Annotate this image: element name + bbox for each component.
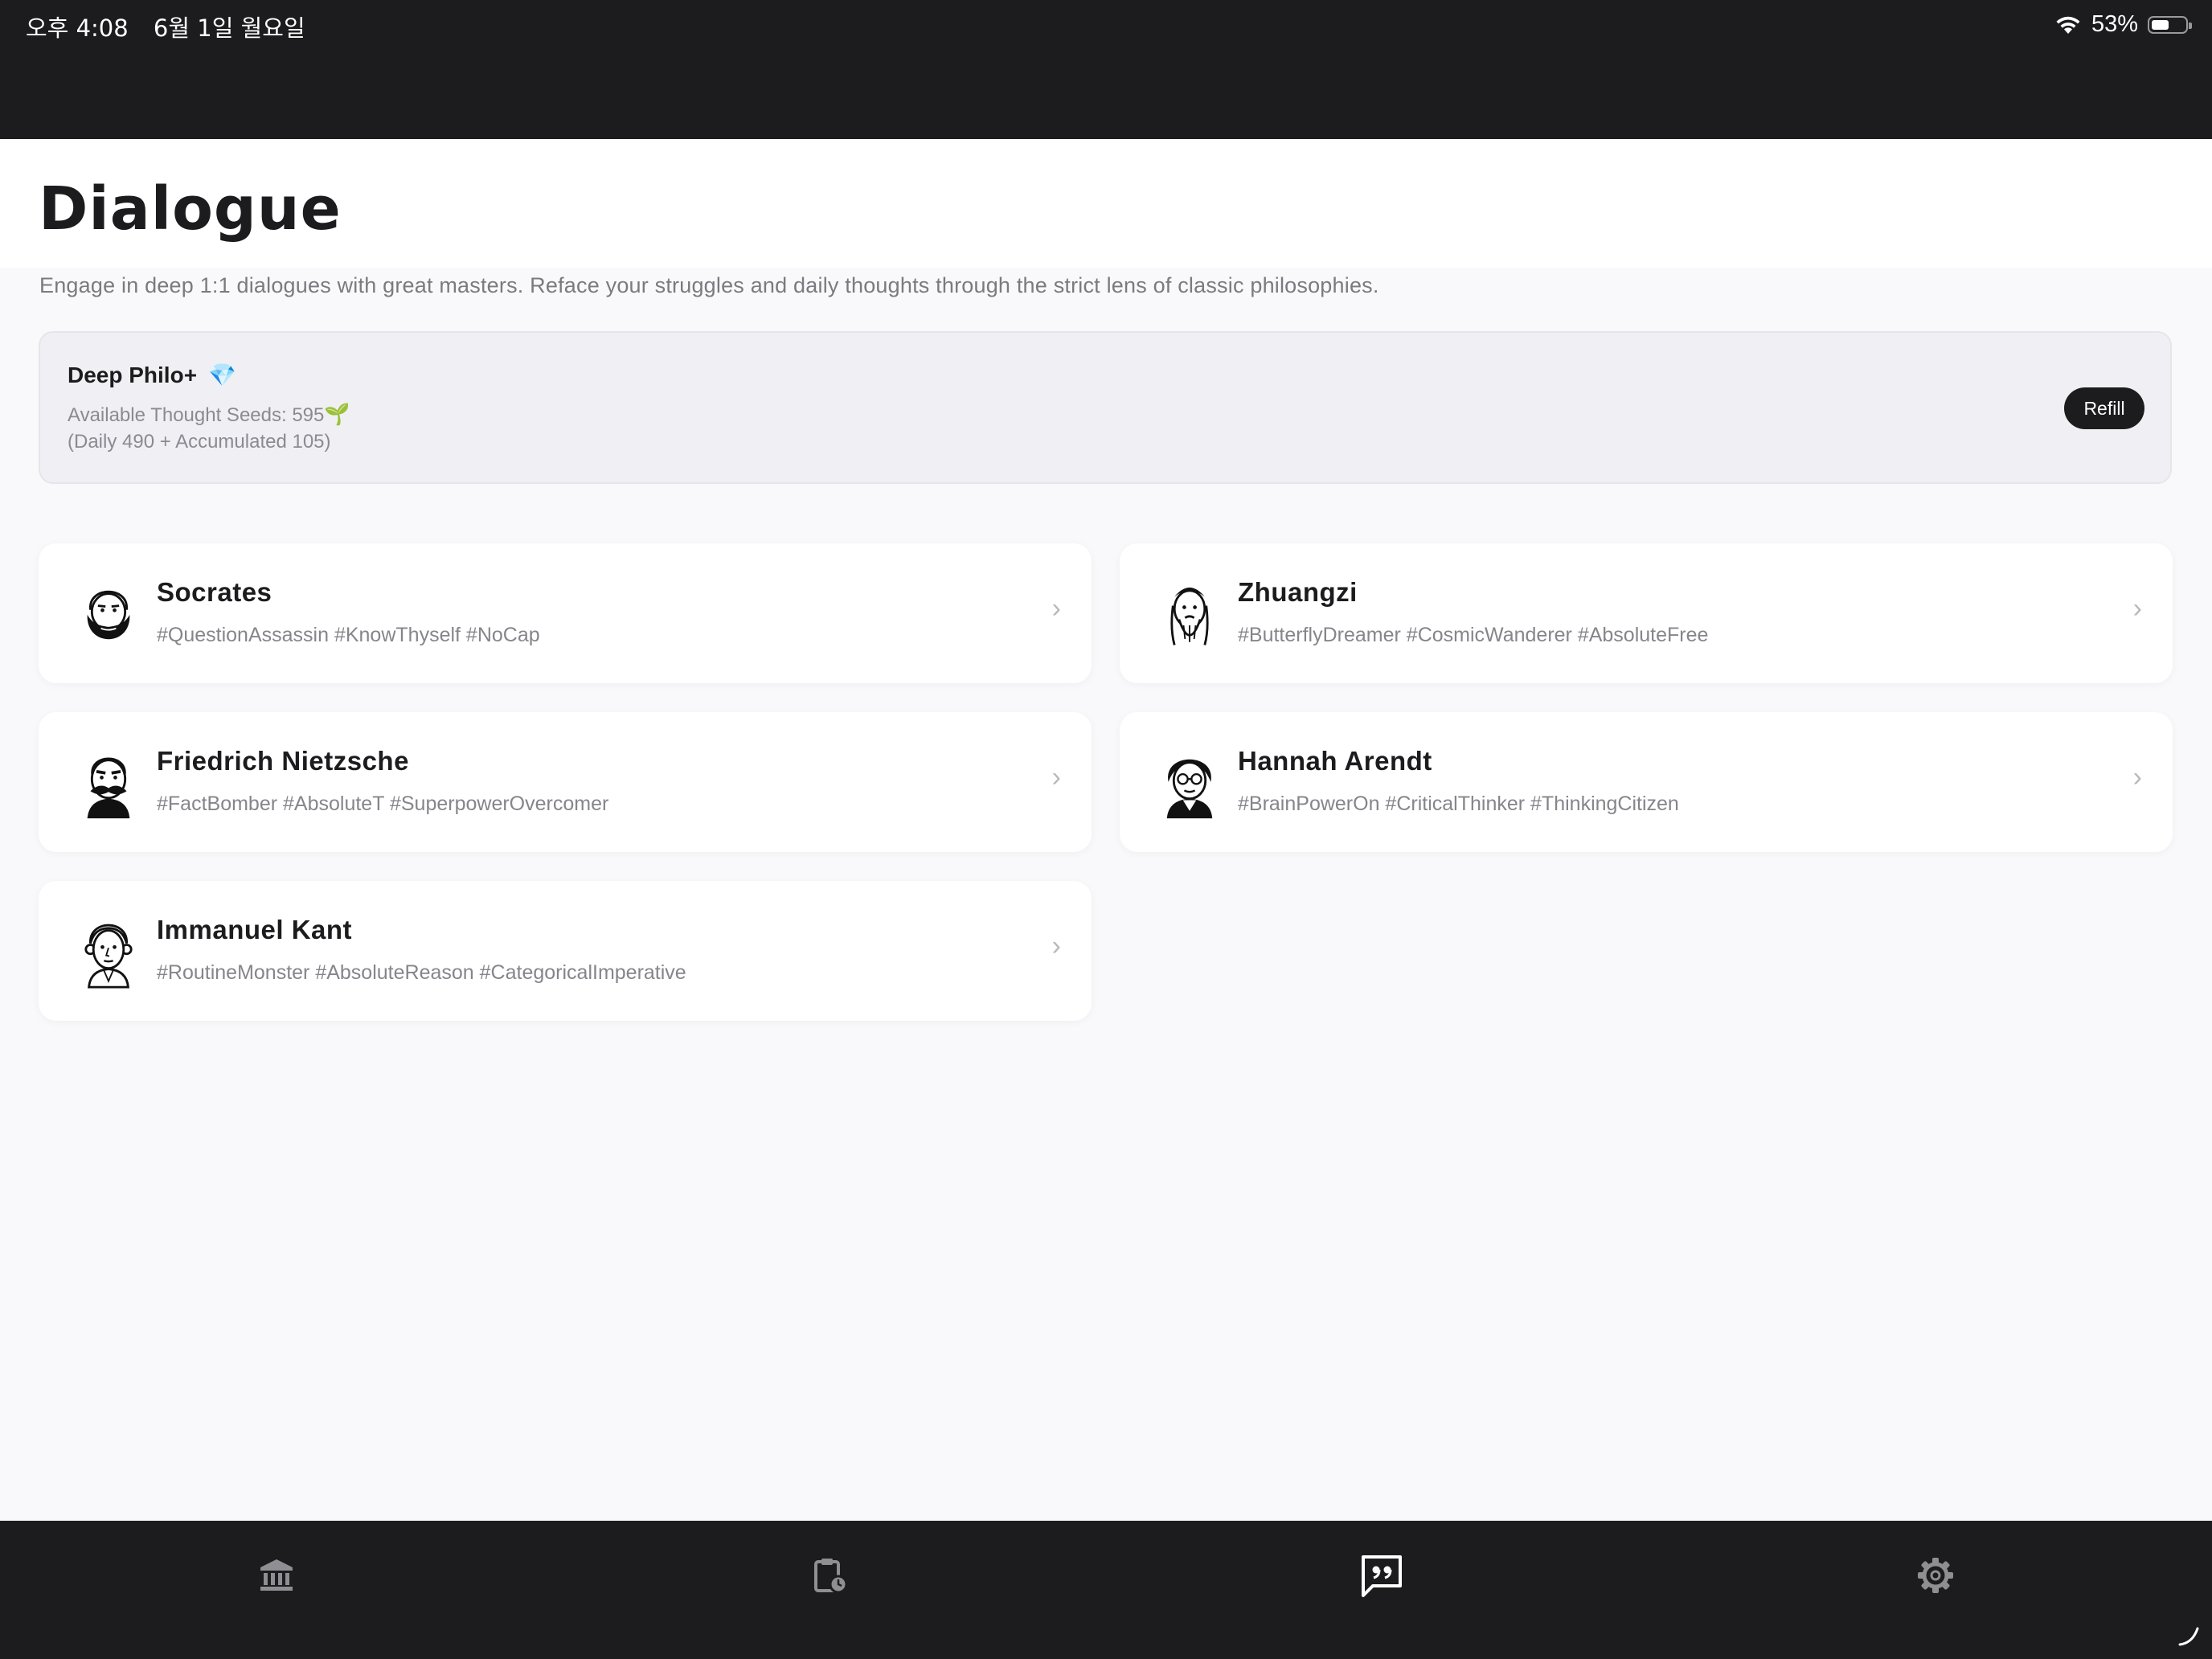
seed-breakdown: (Daily 490 + Accumulated 105) (68, 431, 331, 453)
resize-handle-icon[interactable] (2177, 1624, 2201, 1648)
status-bar: 오후 4:08 6월 1일 월요일 53% (0, 0, 2212, 139)
philosopher-name: Immanuel Kant (157, 915, 353, 944)
refill-button[interactable]: Refill (2064, 387, 2144, 429)
gem-icon: 💎 (208, 363, 236, 387)
battery-icon (2148, 15, 2192, 34)
tab-dialogue[interactable] (1358, 1551, 1406, 1600)
chevron-right-icon: › (2132, 593, 2142, 624)
wifi-icon (2056, 16, 2080, 34)
socrates-portrait-icon (87, 590, 130, 640)
page-title: Dialogue (39, 174, 342, 244)
header: Dialogue (0, 139, 2212, 268)
philosopher-card-nietzsche[interactable]: Friedrich Nietzsche #FactBomber #Absolut… (39, 712, 1092, 852)
gear-icon (1918, 1558, 1953, 1593)
status-date: 6월 1일 월요일 (153, 14, 305, 42)
plan-card: Deep Philo+ 💎 Available Thought Seeds: 59… (39, 331, 2172, 484)
chevron-right-icon: › (1051, 593, 1061, 624)
philosopher-card-socrates[interactable]: Socrates #QuestionAssassin #KnowThyself … (39, 543, 1092, 683)
tab-bar (0, 1521, 2212, 1659)
clipboard-clock-icon (814, 1559, 848, 1594)
chevron-right-icon: › (2132, 762, 2142, 793)
zhuangzi-portrait-icon (1170, 588, 1209, 645)
status-time: 오후 4:08 (26, 14, 129, 42)
philosopher-card-arendt[interactable]: Hannah Arendt #BrainPowerOn #CriticalThi… (1120, 712, 2173, 852)
philosopher-tags: #QuestionAssassin #KnowThyself #NoCap (157, 624, 540, 646)
seed-balance-text: Available Thought Seeds: 595 (68, 404, 325, 426)
battery-fill (2152, 19, 2169, 30)
page-subtitle: Engage in deep 1:1 dialogues with great … (39, 273, 1379, 297)
tab-history[interactable] (806, 1551, 854, 1600)
seed-balance: Available Thought Seeds: 595🌱 (68, 402, 350, 427)
philosopher-name: Friedrich Nietzsche (157, 746, 409, 776)
chevron-right-icon: › (1051, 762, 1061, 793)
kant-portrait-icon (84, 924, 133, 989)
status-right: 53% (2054, 11, 2192, 38)
philosopher-name: Hannah Arendt (1238, 746, 1432, 776)
tab-museum[interactable] (252, 1551, 301, 1600)
philosopher-tags: #RoutineMonster #AbsoluteReason #Categor… (157, 961, 686, 984)
philosopher-card-zhuangzi[interactable]: Zhuangzi #ButterflyDreamer #CosmicWander… (1120, 543, 2173, 683)
museum-icon (260, 1559, 293, 1591)
chevron-right-icon: › (1051, 931, 1061, 961)
battery-percent: 53% (2091, 11, 2138, 37)
seedling-icon: 🌱 (324, 402, 350, 426)
tab-settings[interactable] (1911, 1551, 1960, 1600)
philosopher-tags: #ButterflyDreamer #CosmicWanderer #Absol… (1238, 624, 1709, 646)
quote-chat-icon (1362, 1555, 1402, 1597)
philosopher-name: Zhuangzi (1238, 577, 1358, 607)
philosopher-tags: #BrainPowerOn #CriticalThinker #Thinking… (1238, 793, 1679, 815)
arendt-portrait-icon (1166, 759, 1213, 819)
philosopher-tags: #FactBomber #AbsoluteT #SuperpowerOverco… (157, 793, 609, 815)
nietzsche-portrait-icon (87, 757, 130, 819)
plan-name-row: Deep Philo+ 💎 (68, 362, 236, 388)
status-left: 오후 4:08 6월 1일 월요일 (26, 10, 323, 43)
philosopher-card-kant[interactable]: Immanuel Kant #RoutineMonster #AbsoluteR… (39, 881, 1092, 1021)
philosopher-name: Socrates (157, 577, 272, 607)
battery-nub (2189, 22, 2192, 29)
plan-name: Deep Philo+ (68, 363, 198, 387)
